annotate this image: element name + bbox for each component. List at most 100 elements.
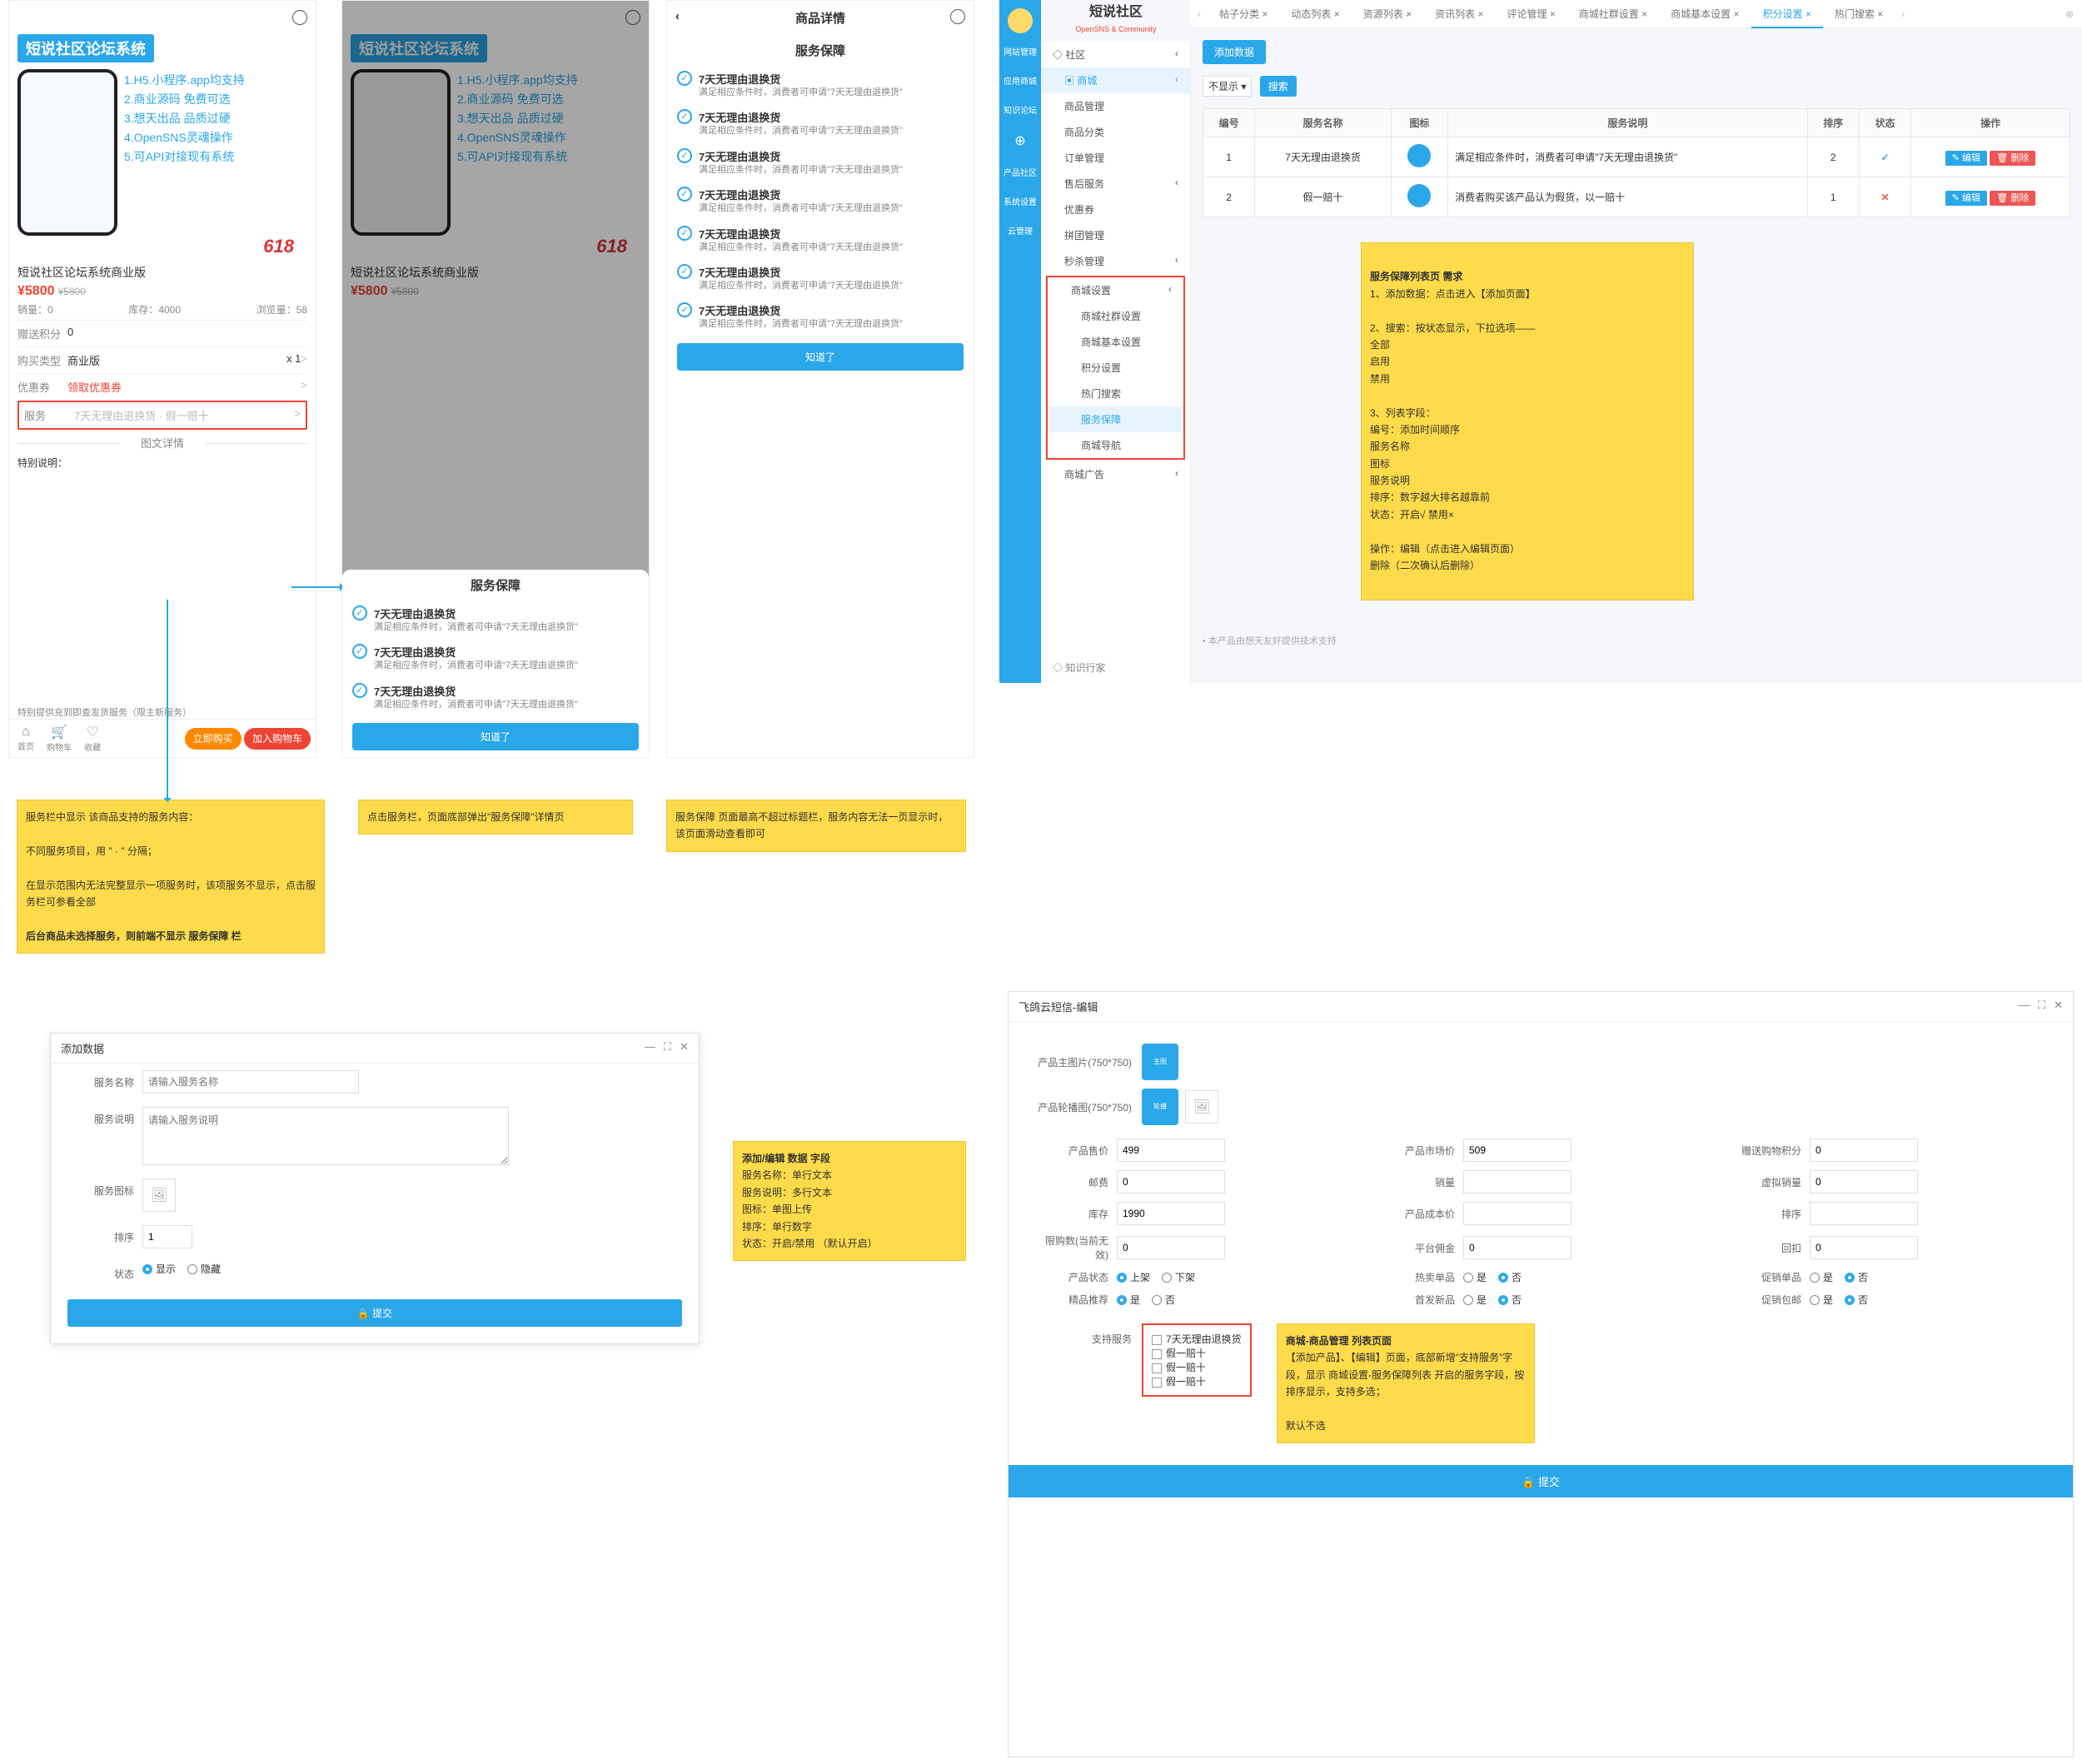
price: ¥5800: [17, 284, 55, 298]
service-sheet: 服务保障 ✓7天无理由退换货满足相应条件时，消费者可申请"7天无理由退换货" ✓…: [342, 570, 649, 757]
close-all-icon[interactable]: ⊗: [2057, 8, 2082, 20]
icon-upload[interactable]: 🖼: [142, 1178, 176, 1212]
edit-button[interactable]: ✎ 编辑: [1945, 191, 1987, 206]
cost-input[interactable]: [1463, 1202, 1571, 1225]
service-name-input[interactable]: [142, 1070, 359, 1094]
check-icon: ✓: [1880, 152, 1889, 163]
bottom-bar: ⌂首页 🛒购物车 ♡收藏 立即购买 加入购物车: [9, 719, 316, 757]
minimize-icon[interactable]: —: [2019, 999, 2030, 1014]
nav-mall[interactable]: ▣ 商城‹: [1041, 67, 1190, 93]
delete-button[interactable]: 🗑 删除: [1990, 151, 2035, 166]
know-button[interactable]: 知道了: [352, 723, 639, 750]
sheet-title: 服务保障: [342, 570, 649, 600]
header-tabs: ‹ 帖子分类 × 动态列表 × 资源列表 × 资讯列表 × 评论管理 × 商城社…: [1191, 0, 2082, 28]
side-item[interactable]: 网站管理: [999, 37, 1041, 66]
stock-input[interactable]: [1117, 1202, 1225, 1225]
submit-button[interactable]: 🔒 提交: [67, 1299, 682, 1327]
nav-community[interactable]: ◇ 社区‹: [1041, 42, 1190, 67]
footer-tip: • 本产品由想天友好提供技术支持: [1203, 634, 2070, 647]
product-editor-dialog: 飞鸽云短信-编辑 — ⛶ ✕ 产品主图片(750*750)主图 产品轮播图(75…: [1008, 991, 2074, 1757]
support-checkbox[interactable]: [1152, 1335, 1162, 1345]
give-points-input[interactable]: [1810, 1139, 1918, 1162]
minimize-icon[interactable]: —: [645, 1040, 655, 1056]
sale-price-input[interactable]: [1117, 1139, 1225, 1162]
nav-mall-settings[interactable]: 商城设置‹: [1048, 277, 1183, 303]
main-image-upload[interactable]: 主图: [1142, 1044, 1178, 1080]
add-cart-button[interactable]: 加入购物车: [244, 728, 311, 750]
special-note-label: 特别说明：: [17, 456, 307, 470]
maximize-icon[interactable]: ⛶: [2038, 999, 2045, 1014]
sort-input[interactable]: [1810, 1202, 1918, 1225]
row-service[interactable]: 服务7天无理由退换货 · 假一赔十>: [17, 401, 307, 430]
add-data-dialog: 添加数据 — ⛶ ✕ 服务名称 服务说明 服务图标🖼 排序 状态 显示 隐藏 🔒…: [50, 1033, 700, 1344]
guarantee-item: ✓7天无理由退换货满足相应条件时，消费者可申请"7天无理由退换货": [342, 600, 649, 639]
brand: 短说社区OpenSNS & Community: [1041, 0, 1191, 42]
sidebar-secondary: ◇ 社区‹ ▣ 商城‹ 商品管理 商品分类 订单管理 售后服务‹ 优惠券 拼团管…: [1041, 42, 1191, 683]
arrow-icon: [167, 600, 168, 800]
tab-detail[interactable]: 图文详情: [17, 435, 307, 451]
add-image-button[interactable]: 🖼: [1185, 1090, 1218, 1124]
virtual-sold-input[interactable]: [1810, 1170, 1918, 1193]
shield-icon: ✓: [352, 605, 367, 620]
note-service-bar: 服务栏中显示 该商品支持的服务内容： 不同服务项目，用 " · " 分隔； 在显…: [17, 800, 325, 954]
know-button[interactable]: 知道了: [677, 343, 964, 371]
delete-button[interactable]: 🗑 删除: [1990, 191, 2035, 206]
status-show-radio[interactable]: 显示: [142, 1262, 176, 1276]
close-icon[interactable]: ✕: [680, 1040, 689, 1056]
admin-panel: 网站管理 应用商城 知识论坛 ⊕ 产品社区 系统设置 云管理 短说社区OpenS…: [999, 0, 2082, 683]
submit-button[interactable]: 🔒 提交: [1009, 1465, 2073, 1497]
plus-icon[interactable]: ⊕: [999, 124, 1041, 157]
nav-home[interactable]: ⌂首页: [9, 725, 42, 752]
status-on-radio[interactable]: 上架: [1117, 1270, 1150, 1284]
chevron-right-icon[interactable]: ›: [1895, 8, 1911, 20]
dialog-title: 飞鸽云短信-编辑: [1019, 999, 1098, 1014]
note-sheet: 点击服务栏，页面底部弹出"服务保障"详情页: [358, 800, 633, 835]
note-admin: 服务保障列表页 需求 1、添加数据：点击进入【添加页面】 2、搜索：按状态显示，…: [1361, 242, 1694, 600]
support-service-box: 7天无理由退换货 假一赔十 假一赔十 假一赔十: [1142, 1323, 1252, 1397]
avatar[interactable]: [1008, 8, 1033, 33]
maximize-icon[interactable]: ⛶: [664, 1040, 671, 1056]
share-icon[interactable]: [292, 10, 307, 25]
note-dialog: 添加/编辑 数据 字段 服务名称：单行文本 服务说明：多行文本 图标：单图上传 …: [733, 1141, 966, 1261]
row-coupon[interactable]: 优惠券领取优惠券>: [17, 374, 307, 401]
add-data-button[interactable]: 添加数据: [1203, 40, 1266, 64]
ad-618: 618: [17, 236, 307, 257]
share-icon[interactable]: [950, 9, 965, 24]
status-filter[interactable]: 不显示 ▾: [1203, 76, 1252, 97]
nav-service-guarantee[interactable]: 服务保障: [1048, 406, 1183, 432]
buy-now-button[interactable]: 立即购买: [185, 728, 242, 750]
commission-input[interactable]: [1463, 1236, 1571, 1259]
nav-fav[interactable]: ♡收藏: [76, 724, 109, 753]
sold-input[interactable]: [1463, 1170, 1571, 1193]
service-icon: [1407, 144, 1431, 167]
row-type[interactable]: 购买类型商业版x 1>: [17, 347, 307, 374]
chevron-right-icon: >: [301, 352, 307, 368]
table-row: 1 7天无理由退换货 满足相应条件时，消费者可申请"7天无理由退换货" 2 ✓ …: [1203, 137, 2070, 177]
sidebar-primary: 网站管理 应用商城 知识论坛 ⊕ 产品社区 系统设置 云管理: [999, 0, 1041, 683]
chevron-left-icon[interactable]: ‹: [1191, 8, 1208, 20]
post-fee-input[interactable]: [1117, 1170, 1225, 1193]
status-hide-radio[interactable]: 隐藏: [187, 1262, 221, 1276]
limit-input[interactable]: [1117, 1236, 1225, 1259]
rebate-input[interactable]: [1810, 1236, 1918, 1259]
banner-title: 短说社区论坛系统: [17, 34, 154, 62]
tab[interactable]: 帖子分类 ×: [1208, 0, 1279, 28]
x-icon: ✕: [1880, 192, 1889, 203]
service-icon: [1407, 184, 1431, 207]
market-price-input[interactable]: [1463, 1139, 1571, 1162]
note-editor: 商城-商品管理 列表页面 【添加产品】、【编辑】页面，底部新增"支持服务"字段，…: [1277, 1323, 1535, 1443]
search-button[interactable]: 搜索: [1260, 76, 1297, 97]
table-row: 2 假一赔十 消费者购买该产品认为假货，以一赔十 1 ✕ ✎ 编辑 🗑 删除: [1203, 177, 2070, 217]
service-desc-textarea[interactable]: [142, 1107, 509, 1165]
nav-cart[interactable]: 🛒购物车: [42, 724, 76, 753]
back-icon[interactable]: ‹: [675, 9, 680, 23]
sort-input[interactable]: [142, 1225, 192, 1248]
service-table: 编号 服务名称 图标 服务说明 排序 状态 操作 1 7天无理由退换货 满足相应…: [1203, 108, 2070, 217]
close-icon[interactable]: ✕: [2054, 999, 2063, 1014]
dialog-title: 添加数据: [61, 1040, 104, 1056]
arrow-icon: [291, 586, 341, 588]
phone-mockup: [17, 69, 117, 236]
slide-image-upload[interactable]: 轮播: [1142, 1089, 1178, 1125]
edit-button[interactable]: ✎ 编辑: [1945, 151, 1987, 166]
note-full: 服务保障 页面最高不超过标题栏，服务内容无法一页显示时，该页面滑动查看即可: [666, 800, 966, 852]
